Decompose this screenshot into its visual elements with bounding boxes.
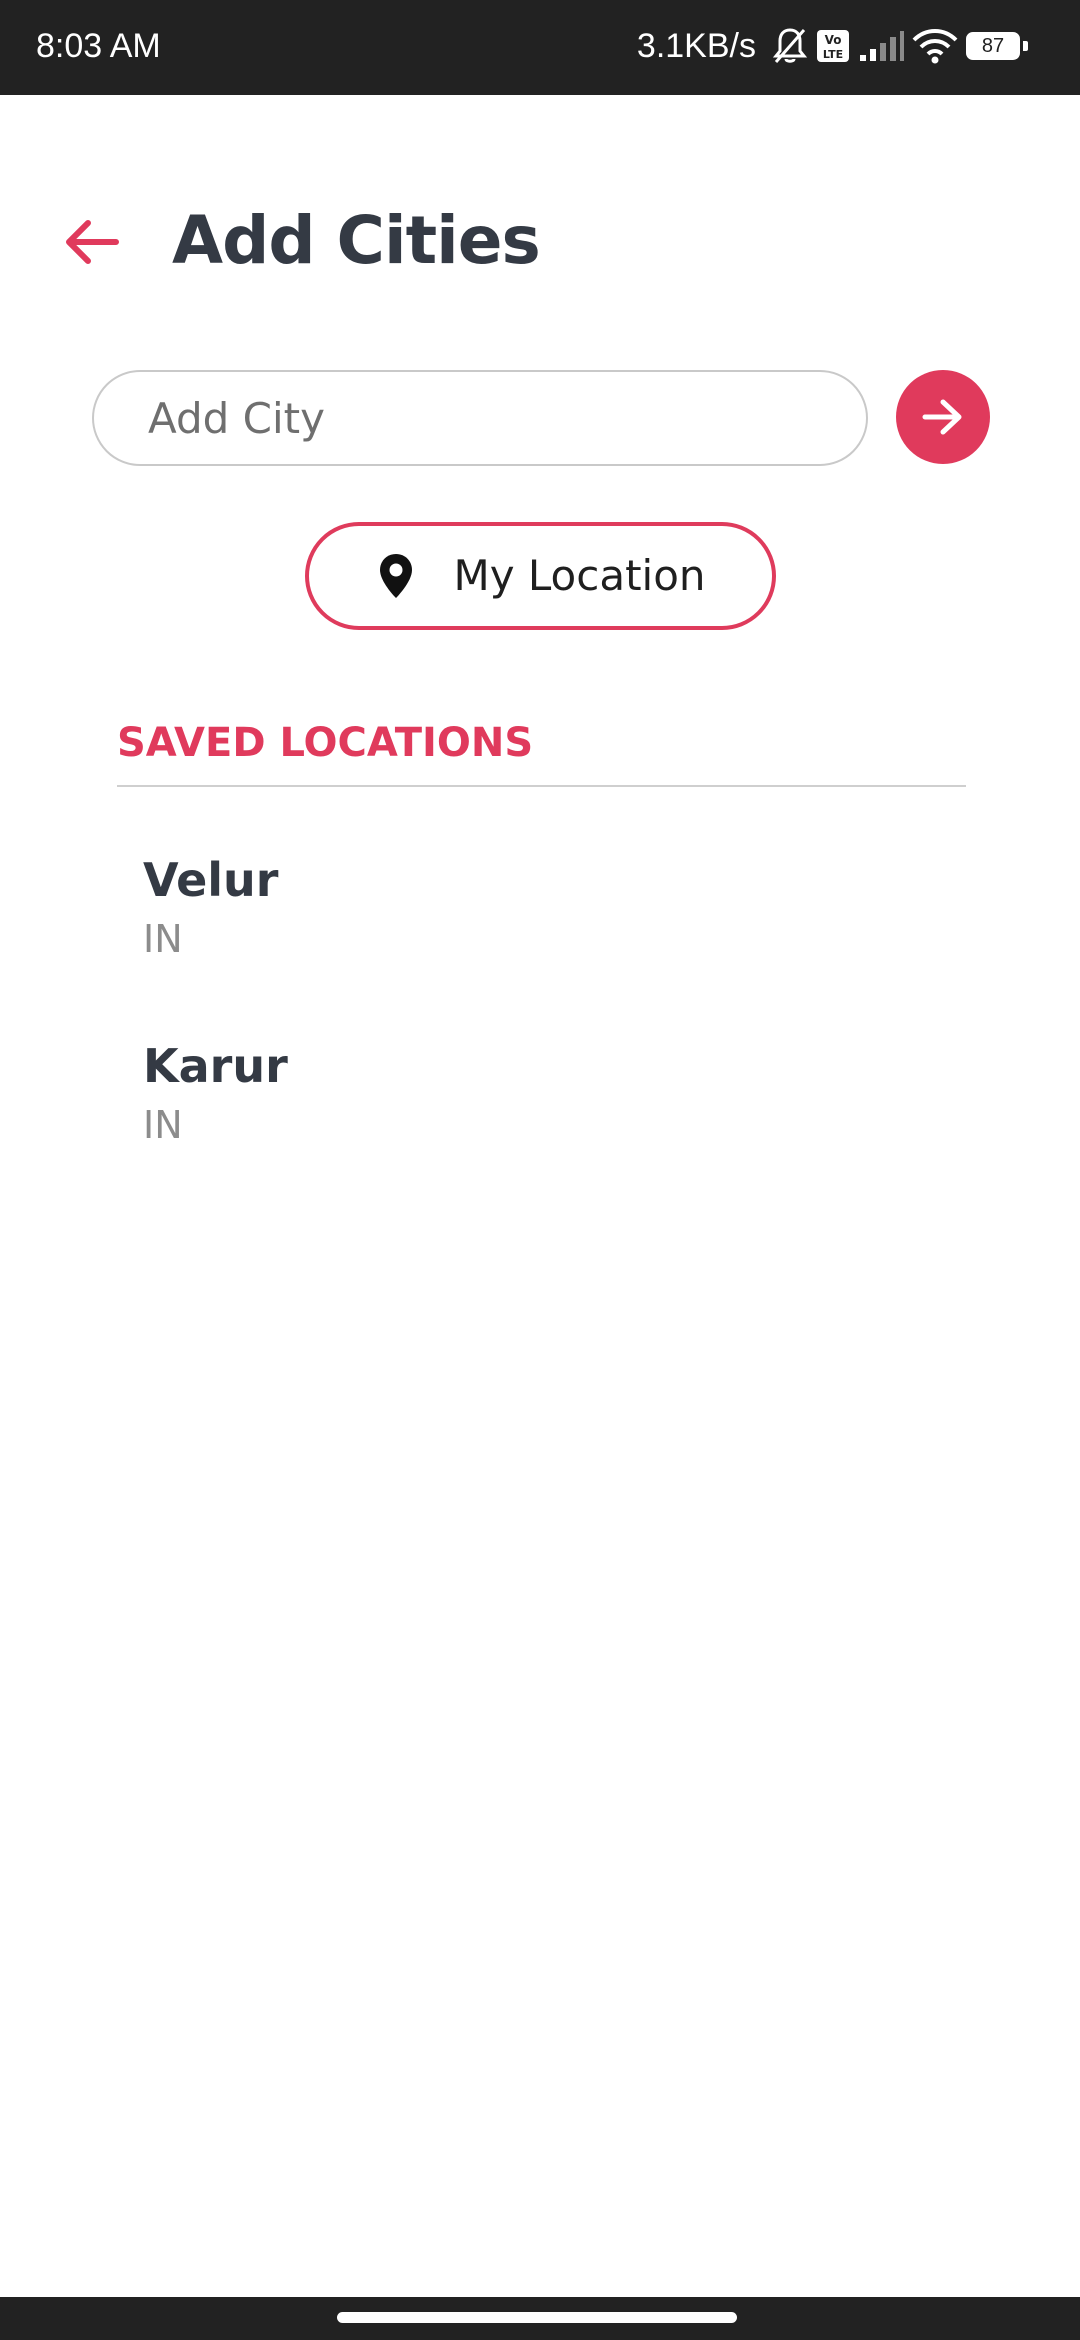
- saved-location-item[interactable]: Velur IN: [143, 850, 963, 1036]
- bell-muted-icon: [772, 26, 808, 66]
- battery-icon: 87: [966, 32, 1030, 60]
- wifi-icon: [912, 28, 958, 64]
- my-location-button[interactable]: My Location: [305, 522, 776, 630]
- signal-icon: [858, 29, 904, 63]
- svg-text:LTE: LTE: [823, 48, 843, 61]
- status-bar: 8:03 AM 3.1KB/s Vo LTE 87: [0, 0, 1080, 95]
- my-location-label: My Location: [453, 551, 706, 600]
- saved-location-country: IN: [143, 1103, 183, 1147]
- page-title: Add Cities: [172, 202, 541, 279]
- arrow-left-icon: [66, 220, 119, 264]
- map-pin-icon: [375, 552, 417, 600]
- saved-locations-heading: SAVED LOCATIONS: [117, 720, 534, 766]
- saved-location-city: Karur: [143, 1039, 288, 1093]
- back-button[interactable]: [56, 206, 128, 278]
- svg-text:Vo: Vo: [825, 33, 842, 47]
- section-divider: [117, 785, 966, 787]
- saved-location-country: IN: [143, 917, 183, 961]
- saved-locations-list: Velur IN Karur IN: [143, 850, 963, 1222]
- volte-icon: Vo LTE: [816, 29, 850, 63]
- saved-location-item[interactable]: Karur IN: [143, 1036, 963, 1222]
- saved-location-city: Velur: [143, 853, 279, 907]
- battery-level: 87: [981, 35, 1005, 57]
- navigation-bar: [0, 2297, 1080, 2340]
- status-time: 8:03 AM: [36, 27, 161, 65]
- arrow-right-icon: [922, 399, 962, 435]
- status-icons: 3.1KB/s Vo LTE 87: [637, 22, 1030, 70]
- add-city-input[interactable]: [92, 370, 868, 466]
- add-city-submit-button[interactable]: [896, 370, 990, 464]
- home-indicator[interactable]: [337, 2312, 737, 2323]
- network-speed: 3.1KB/s: [636, 27, 756, 65]
